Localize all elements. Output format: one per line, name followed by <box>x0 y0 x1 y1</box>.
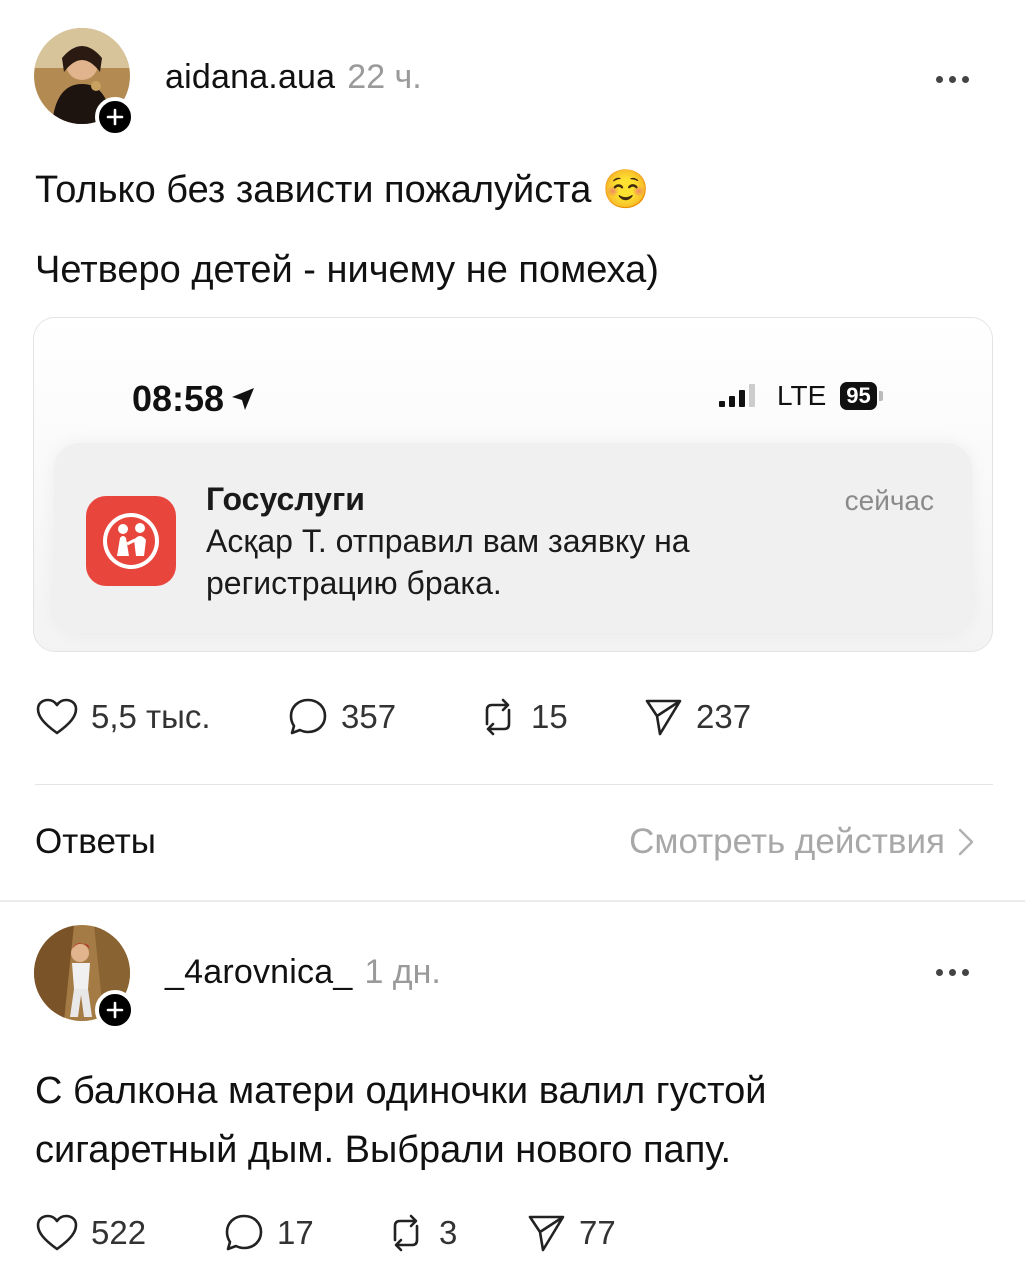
post-time: 1 дн. <box>364 953 441 991</box>
more-icon[interactable] <box>936 969 969 976</box>
status-indicators: LTE 95 <box>719 380 883 412</box>
notification-app-name: Госуслуги <box>206 481 365 517</box>
network-type: LTE <box>777 380 827 411</box>
share-button[interactable]: 77 <box>525 1212 616 1254</box>
more-icon[interactable] <box>936 76 969 83</box>
comment-icon <box>225 1214 263 1251</box>
follow-button[interactable] <box>95 990 135 1030</box>
post-header: _4arovnica_ 1 дн. <box>165 953 441 992</box>
repost-button[interactable]: 15 <box>477 696 642 738</box>
embedded-screenshot[interactable]: 08:58 LTE 95 Госуслуги сейчас Асқар Т. о… <box>33 317 993 652</box>
share-count: 237 <box>696 698 752 735</box>
comment-button[interactable]: 17 <box>223 1212 385 1254</box>
heart-icon <box>36 698 78 735</box>
post-header: aidana.aua 22 ч. <box>165 58 422 97</box>
like-count: 5,5 тыс. <box>91 698 211 735</box>
chevron-right-icon <box>958 828 974 856</box>
heart-icon <box>36 1214 78 1251</box>
share-icon <box>645 699 682 736</box>
like-button[interactable]: 5,5 тыс. <box>35 697 287 737</box>
location-arrow-icon <box>232 388 255 410</box>
post-time: 22 ч. <box>347 58 422 96</box>
post-actions: 5,5 тыс. 357 15 237 <box>35 696 751 738</box>
notification-body: Асқар Т. отправил вам заявку на регистра… <box>206 523 690 601</box>
comment-button[interactable]: 357 <box>287 696 477 738</box>
gosuslugi-app-icon <box>86 496 176 586</box>
view-activity-link[interactable]: Смотреть действия <box>629 822 975 862</box>
share-count: 77 <box>579 1214 616 1251</box>
repost-button[interactable]: 3 <box>385 1212 525 1254</box>
comment-count: 17 <box>277 1214 314 1251</box>
repost-icon <box>485 698 511 736</box>
share-button[interactable]: 237 <box>642 696 751 738</box>
username[interactable]: aidana.aua <box>165 58 335 97</box>
plus-icon <box>106 108 124 126</box>
plus-icon <box>106 1001 124 1019</box>
divider <box>35 784 993 785</box>
notification[interactable]: Госуслуги сейчас Асқар Т. отправил вам з… <box>54 443 972 633</box>
replies-label: Ответы <box>35 822 156 861</box>
share-icon <box>528 1215 565 1252</box>
signal-icon <box>719 384 755 407</box>
status-time: 08:58 <box>132 378 256 420</box>
comment-count: 357 <box>341 698 397 735</box>
post-text-line2: Четверо детей - ничему не помеха) <box>35 249 659 291</box>
repost-count: 15 <box>531 698 568 735</box>
like-button[interactable]: 522 <box>35 1213 223 1253</box>
username[interactable]: _4arovnica_ <box>165 953 352 992</box>
post-text: С балкона матери одиночки валил густой с… <box>35 1070 767 1171</box>
follow-button[interactable] <box>95 97 135 137</box>
like-count: 522 <box>91 1214 147 1251</box>
battery-level: 95 <box>840 382 877 410</box>
repost-icon <box>393 1214 419 1252</box>
section-divider <box>0 900 1025 902</box>
comment-icon <box>289 698 327 735</box>
notification-time: сейчас <box>844 485 934 516</box>
repost-count: 3 <box>439 1214 458 1251</box>
post-actions: 522 17 3 77 <box>35 1212 616 1254</box>
post-text-line1: Только без зависти пожалуйста ☺️ <box>35 169 650 211</box>
